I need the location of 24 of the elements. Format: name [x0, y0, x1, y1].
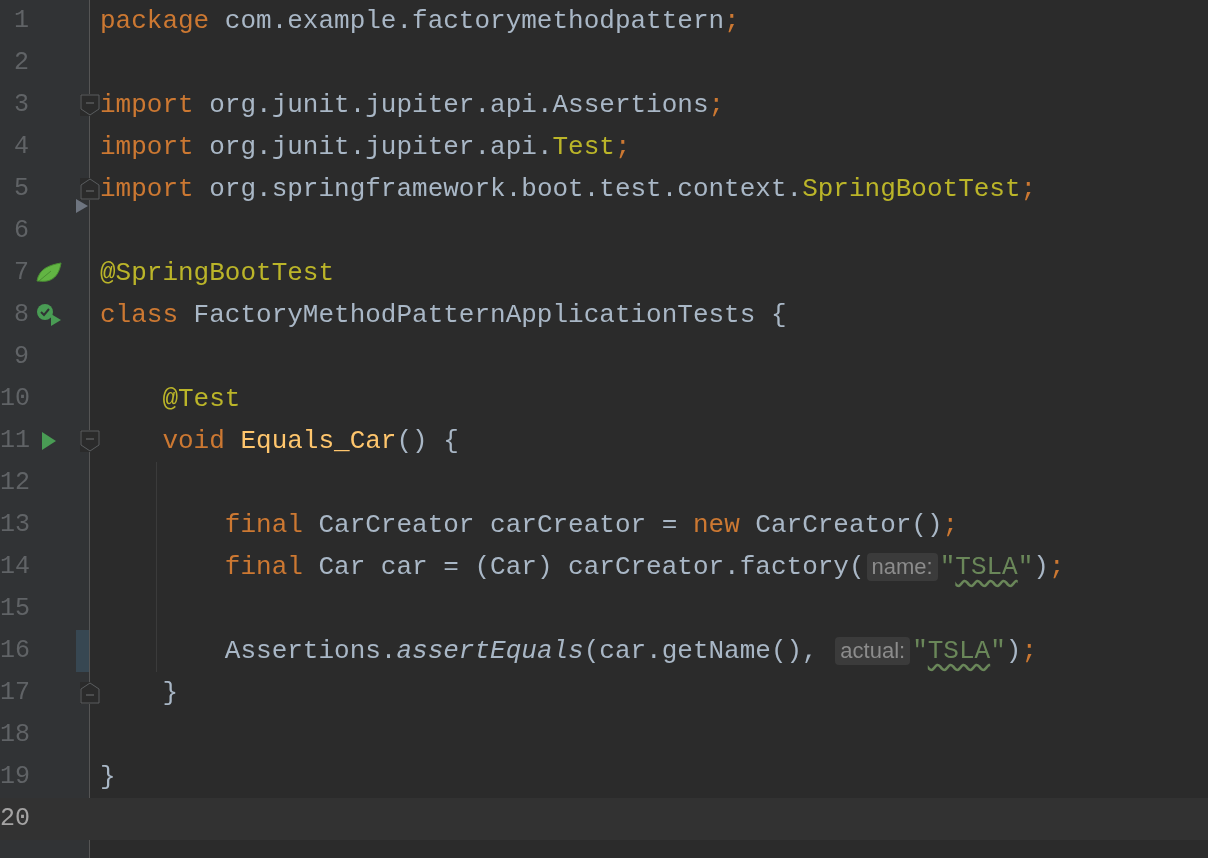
- code-line: import org.junit.jupiter.api.Test;: [100, 134, 631, 160]
- code-line: }: [100, 764, 116, 790]
- code-line: final CarCreator carCreator = new CarCreator();: [223, 512, 959, 538]
- triangle-icon[interactable]: [75, 198, 89, 214]
- fold-icon[interactable]: [80, 94, 100, 116]
- code-line: import org.junit.jupiter.api.Assertions;: [100, 92, 725, 118]
- code-line: void Equals_Car() {: [161, 428, 459, 454]
- run-icon[interactable]: [41, 431, 57, 451]
- code-line: @SpringBootTest: [100, 260, 335, 286]
- parameter-hint: actual:: [835, 637, 911, 665]
- fold-icon[interactable]: [80, 178, 100, 200]
- code-line: @Test: [161, 386, 241, 412]
- fold-icon[interactable]: [80, 682, 100, 704]
- code-line: import org.springframework.boot.test.context.SpringBootTest;: [100, 176, 1037, 202]
- run-check-icon[interactable]: [35, 302, 63, 328]
- code-line: Assertions.assertEquals(car.getName(), actual: "TSLA");: [223, 637, 1037, 665]
- fold-icon[interactable]: [80, 430, 100, 452]
- code-line: package com.example.factorymethodpattern;: [100, 8, 740, 34]
- leaf-icon[interactable]: [35, 261, 63, 285]
- code-line: final Car car = (Car) carCreator.factory( name: "TSLA");: [223, 553, 1065, 581]
- code-line: }: [161, 680, 178, 706]
- code-line: class FactoryMethodPatternApplicationTests {: [100, 302, 787, 328]
- line-number: 20: [0, 803, 29, 836]
- parameter-hint: name:: [866, 553, 938, 581]
